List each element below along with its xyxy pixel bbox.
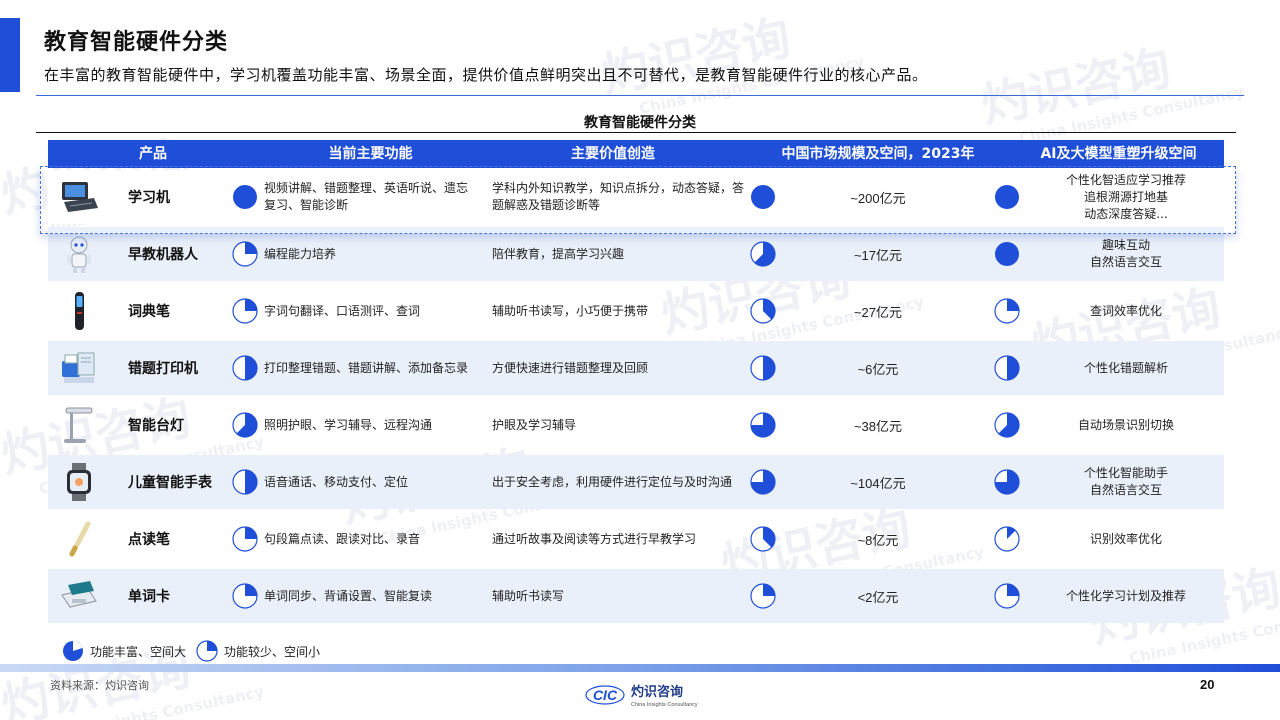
function-level-pie (232, 355, 258, 381)
value-creation: 护眼及学习辅导 (492, 417, 577, 432)
table-row: 点读笔 句段篇点读、跟读对比、录音 通过听故事及阅读等方式进行早教学习 ~8亿元 识别效… (48, 512, 1224, 566)
value-creation: 辅助听书读写，小巧便于携带 (492, 303, 649, 318)
smartwatch-icon (67, 463, 91, 501)
ai-space-pie (994, 298, 1020, 324)
product-name: 点读笔 (128, 532, 170, 548)
ai-upgrade-space: 个性化学习计划及推荐 (1065, 588, 1186, 603)
legend-item-less: 功能较少、空间小 (196, 640, 320, 662)
ai-upgrade-space: 个性化智能助手 自然语言交互 (1083, 466, 1168, 497)
ai-upgrade-space: 趣味互动 自然语言交互 (1089, 238, 1162, 269)
function-level-pie (232, 469, 258, 495)
divider (36, 132, 1236, 133)
column-header-value: 主要价值创造 (571, 146, 655, 162)
ai-space-pie (994, 526, 1020, 552)
main-function: 单词同步、背诵设置、智能复读 (264, 588, 433, 603)
market-size: ~6亿元 (857, 361, 899, 377)
value-creation: 方便快速进行错题整理及回顾 (492, 360, 649, 375)
function-level-pie (232, 241, 258, 267)
ai-upgrade-space: 个性化错题解析 (1083, 360, 1168, 375)
legend: 功能丰富、空间大 功能较少、空间小 (62, 640, 330, 662)
market-size: ~17亿元 (853, 247, 903, 263)
value-creation: 通过听故事及阅读等方式进行早教学习 (492, 531, 697, 546)
legend-item-rich: 功能丰富、空间大 (62, 640, 186, 662)
function-level-pie (232, 583, 258, 609)
pie-quarter-icon (196, 640, 218, 662)
main-function: 打印整理错题、错题讲解、添加备忘录 (264, 360, 469, 375)
table-row: 单词卡 单词同步、背诵设置、智能复读 辅助听书读写 <2亿元 个性化学习计划及推荐 (48, 569, 1224, 623)
logo-en: China Insights Consultancy (631, 702, 698, 708)
table-row: 词典笔 字词句翻译、口语测评、查词 辅助听书读写，小巧便于携带 ~27亿元 查词效率优化 (48, 284, 1224, 338)
page-subtitle: 在丰富的教育智能硬件中，学习机覆盖功能丰富、场景全面，提供价值点鲜明突出且不可替… (44, 66, 928, 84)
reading-pen-icon (69, 521, 91, 557)
ai-upgrade-space: 识别效率优化 (1089, 531, 1162, 546)
footer-band (0, 664, 1280, 672)
value-creation: 陪伴教育，提高学习兴趣 (492, 246, 625, 261)
product-name: 早教机器人 (128, 247, 198, 263)
table-row: 错题打印机 打印整理错题、错题讲解、添加备忘录 方便快速进行错题整理及回顾 ~6亿元 个… (48, 341, 1224, 395)
column-header-ai-space: AI及大模型重塑升级空间 (1040, 146, 1197, 162)
page-title: 教育智能硬件分类 (44, 30, 229, 55)
cic-logo: CIC 灼识咨询 China Insights Consultancy (585, 684, 698, 708)
ai-upgrade-space: 查词效率优化 (1089, 303, 1162, 318)
market-size: ~8亿元 (857, 532, 899, 548)
product-name: 错题打印机 (128, 361, 198, 377)
ai-upgrade-space: 自动场景识别切换 (1077, 417, 1174, 432)
main-function: 编程能力培养 (264, 246, 337, 261)
product-name: 智能台灯 (128, 418, 184, 434)
legend-label: 功能丰富、空间大 (90, 644, 187, 659)
dictionary-pen-icon (75, 292, 84, 330)
logo-mark: CIC (593, 687, 618, 703)
product-name: 单词卡 (128, 589, 170, 605)
robot-icon (67, 236, 91, 273)
logo-name: 灼识咨询 (631, 684, 683, 700)
watermark: 灼识咨询China Insights Consultancy (596, 9, 866, 118)
column-header-product: 产品 (139, 146, 167, 162)
main-function: 字词句翻译、口语测评、查词 (264, 303, 421, 318)
value-creation: 出于安全考虑，利用硬件进行定位与及时沟通 (492, 474, 733, 489)
table-title: 教育智能硬件分类 (584, 115, 696, 131)
column-header-market-size: 中国市场规模及空间，2023年 (781, 146, 975, 162)
ai-space-pie (994, 355, 1020, 381)
main-function: 语音通话、移动支付、定位 (264, 474, 409, 489)
product-name: 儿童智能手表 (128, 475, 212, 491)
divider (36, 95, 1244, 96)
market-size: <2亿元 (857, 589, 899, 605)
main-function: 句段篇点读、跟读对比、录音 (264, 531, 421, 546)
market-size: ~38亿元 (853, 418, 903, 434)
market-size: ~27亿元 (853, 304, 903, 320)
source-note: 资料来源：灼识咨询 (50, 679, 149, 692)
function-level-pie (232, 526, 258, 552)
table-row: 智能台灯 照明护眼、学习辅导、远程沟通 护眼及学习辅导 ~38亿元 自动场景识别切换 (48, 398, 1224, 452)
table-header: 产品 当前主要功能 主要价值创造 中国市场规模及空间，2023年 AI及大模型重… (48, 140, 1224, 168)
table-row: 儿童智能手表 语音通话、移动支付、定位 出于安全考虑，利用硬件进行定位与及时沟通 ~1… (48, 455, 1224, 509)
ai-space-pie (994, 469, 1020, 495)
accent-bar (0, 18, 20, 92)
column-header-function: 当前主要功能 (328, 146, 413, 162)
legend-label: 功能较少、空间小 (224, 644, 321, 659)
highlight-frame (40, 166, 1236, 234)
pie-full-icon (63, 641, 83, 661)
market-size: ~104亿元 (850, 475, 906, 491)
ai-space-pie (994, 583, 1020, 609)
desk-lamp-icon (64, 407, 93, 443)
value-creation: 辅助听书读写 (492, 588, 565, 603)
main-function: 照明护眼、学习辅导、远程沟通 (264, 417, 433, 432)
ai-space-pie (995, 242, 1019, 266)
table-row: 早教机器人 编程能力培养 陪伴教育，提高学习兴趣 ~17亿元 趣味互动 自然语言交互 (48, 227, 1224, 281)
printer-icon (62, 352, 95, 383)
function-level-pie (232, 412, 258, 438)
function-level-pie (232, 298, 258, 324)
page-number: 20 (1200, 677, 1215, 692)
ai-space-pie (994, 412, 1020, 438)
word-card-icon (61, 581, 97, 608)
product-name: 词典笔 (128, 304, 170, 320)
